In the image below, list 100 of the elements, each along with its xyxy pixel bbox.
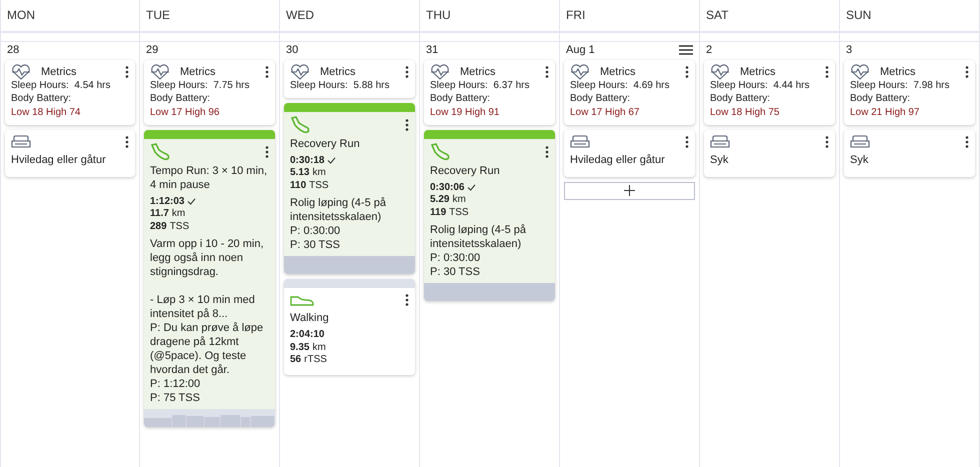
sofa-icon: [710, 134, 730, 148]
body-battery-value: Low 18 High 74: [11, 107, 82, 120]
body-battery-value: Low 17 High 67: [570, 107, 640, 120]
card-title: Metrics: [880, 66, 916, 78]
weekday-label: FRI: [566, 8, 586, 22]
distance-text: 11.7 km: [150, 208, 186, 220]
weekday-label: WED: [286, 8, 314, 22]
heart-pulse-icon: [290, 64, 310, 80]
sofa-icon: [11, 134, 31, 148]
metrics-card[interactable]: Metrics Sleep Hours: 7.98 hrs Body Battery: Low 21 High 97: [844, 60, 975, 124]
date-label: 3: [846, 44, 852, 56]
weekday-label: SUN: [846, 8, 872, 22]
workout-title: Recovery Run: [430, 164, 501, 178]
rest-day-card[interactable]: Hviledag eller gåtur: [5, 130, 135, 176]
duration-value: 0:30:06: [430, 182, 464, 194]
body-battery-value: Low 18 High 75: [710, 107, 780, 120]
workout-description: Rolig løping (4-5 på intensitetsskalaen): [430, 223, 527, 251]
more-icon[interactable]: [545, 66, 549, 78]
heart-pulse-icon: [710, 64, 730, 80]
workout-title: Tempo Run: 3 × 10 min, 4 min pause: [150, 164, 268, 192]
body-battery-label: Body Battery:: [430, 92, 492, 105]
sleep-hours-text: Sleep Hours: 5.88 hrs: [290, 80, 390, 92]
workout-card[interactable]: [144, 130, 275, 427]
load-text: 56 rTSS: [290, 354, 328, 366]
workout-title: Recovery Run: [290, 136, 361, 150]
more-icon[interactable]: [685, 66, 689, 78]
planned-value: P: 0:30:00: [290, 224, 342, 238]
more-icon[interactable]: [965, 136, 969, 148]
planned-value: P: 30 TSS: [430, 265, 481, 279]
metrics-card[interactable]: Metrics Sleep Hours: 5.88 hrs: [284, 60, 415, 98]
more-icon[interactable]: [405, 294, 409, 306]
distance-text: 5.29 km: [430, 194, 467, 206]
body-battery-label: Body Battery:: [150, 92, 212, 105]
body-battery-label: Body Battery:: [570, 92, 632, 105]
weekday-label: TUE: [146, 8, 170, 22]
workout-title: Walking: [290, 311, 330, 325]
duration-value: 1:12:03: [150, 196, 184, 208]
menu-icon[interactable]: [679, 45, 693, 55]
rest-day-title: Syk: [850, 154, 870, 166]
heart-pulse-icon: [430, 64, 450, 80]
sleep-hours-text: Sleep Hours: 4.69 hrs: [570, 80, 670, 92]
body-battery-label: Body Battery:: [11, 92, 72, 105]
more-icon[interactable]: [405, 118, 409, 130]
metrics-card[interactable]: Metrics Sleep Hours: 6.37 hrs Body Battery: Low 19 High 91: [424, 60, 555, 124]
more-icon[interactable]: [265, 146, 269, 158]
date-label: 30: [286, 44, 298, 56]
more-icon[interactable]: [685, 136, 689, 148]
duration-value: 0:30:18: [290, 154, 324, 167]
more-icon[interactable]: [125, 136, 129, 148]
shoe-icon: [290, 294, 314, 306]
heart-pulse-icon: [850, 64, 870, 80]
workout-card[interactable]: Recovery Run 0:30:06 5.29 km 119 TSS Rolig løping (4-5 på intensitetsskalaen) P: 0:30:00 P: 30 TSS: [424, 130, 555, 301]
weekday-label: SAT: [706, 8, 728, 22]
shoe-icon: [430, 142, 450, 160]
rest-day-title: Syk: [710, 154, 730, 166]
date-label: 28: [7, 44, 20, 56]
more-icon[interactable]: [545, 146, 549, 158]
weekday-label: THU: [426, 8, 451, 22]
workout-card[interactable]: Walking 2:04:10 9.35 km 56 rTSS: [284, 279, 415, 374]
rest-day-card[interactable]: Hviledag eller gåtur: [564, 130, 695, 176]
body-battery-value: Low 21 High 97: [850, 107, 920, 120]
body-battery-label: Body Battery:: [850, 92, 912, 105]
workout-card[interactable]: Recovery Run 0:30:18 5.13 km 110 TSS Rolig løping (4-5 på intensitetsskalaen) P: 0:30:00 P: 30 TSS: [284, 102, 415, 274]
sleep-hours-text: Sleep Hours: 6.37 hrs: [430, 80, 530, 92]
date-label: 31: [426, 44, 438, 56]
sleep-hours-text: Sleep Hours: 4.44 hrs: [710, 80, 810, 92]
heart-pulse-icon: [150, 64, 170, 80]
body-battery-label: Body Battery:: [710, 92, 772, 105]
heart-pulse-icon: [570, 64, 590, 80]
more-icon[interactable]: [265, 66, 269, 78]
card-title: Metrics: [320, 66, 356, 78]
sofa-icon: [850, 134, 870, 148]
date-label: Aug 1: [566, 44, 595, 56]
rest-day-card[interactable]: Syk: [844, 130, 975, 176]
more-icon[interactable]: [825, 136, 829, 148]
card-title: Metrics: [740, 66, 776, 78]
load-text: 110 TSS: [290, 180, 330, 192]
plus-icon: [624, 185, 635, 196]
planned-value: P: 1:12:00: [150, 377, 202, 391]
metrics-card[interactable]: Metrics Sleep Hours: 4.44 hrs Body Battery: Low 18 High 75: [704, 60, 835, 124]
date-label: 2: [706, 44, 712, 56]
metrics-card[interactable]: Metrics Sleep Hours: 4.54 hrs Body Battery: Low 18 High 74: [5, 60, 135, 124]
card-title: Metrics: [600, 66, 636, 78]
more-icon[interactable]: [125, 66, 129, 78]
metrics-card[interactable]: Metrics Sleep Hours: 4.69 hrs Body Battery: Low 17 High 67: [564, 60, 695, 124]
body-battery-value: Low 17 High 96: [150, 107, 220, 120]
more-icon[interactable]: [405, 66, 409, 78]
more-icon[interactable]: [825, 66, 829, 78]
heart-pulse-icon: [11, 64, 31, 80]
duration-value: 2:04:10: [290, 329, 324, 342]
sleep-hours-text: Sleep Hours: 7.75 hrs: [150, 80, 250, 92]
card-title: Metrics: [180, 66, 216, 78]
planned-value: P: 75 TSS: [150, 391, 201, 405]
metrics-card[interactable]: Metrics Sleep Hours: 7.75 hrs Body Battery: Low 17 High 96: [144, 60, 275, 124]
weekday-label: MON: [7, 8, 35, 22]
rest-day-title: Hviledag eller gåtur: [11, 154, 107, 166]
sleep-hours-text: Sleep Hours: 4.54 hrs: [11, 80, 112, 92]
more-icon[interactable]: [965, 66, 969, 78]
sleep-hours-text: Sleep Hours: 7.98 hrs: [850, 80, 950, 92]
rest-day-card[interactable]: Syk: [704, 130, 835, 176]
